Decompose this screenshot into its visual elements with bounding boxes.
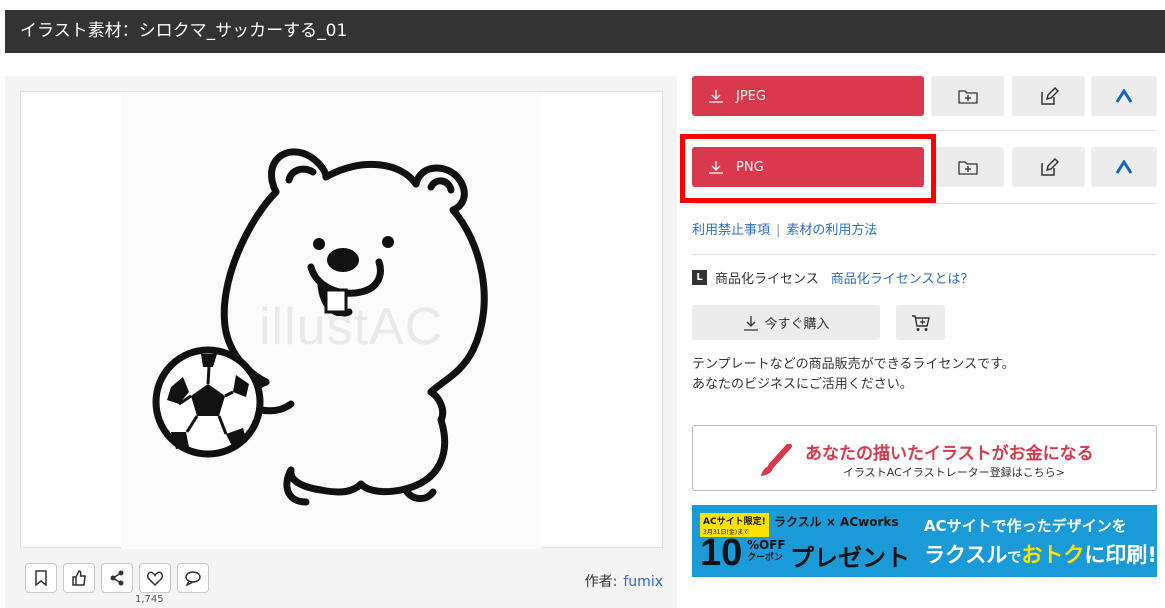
chevron-up-icon bbox=[1115, 89, 1133, 103]
banner-present: プレゼント bbox=[790, 544, 910, 572]
download-jpeg-label: JPEG bbox=[736, 88, 766, 104]
author-label: 作者: bbox=[584, 574, 618, 590]
banner-off-label: %OFF クーポン bbox=[747, 539, 786, 565]
highlight-box bbox=[680, 134, 936, 203]
license-row: L 商品化ライセンス 商品化ライセンスとは？ bbox=[692, 268, 974, 287]
favorite-button[interactable] bbox=[139, 563, 171, 593]
page-title-bar: イラスト素材：シロクマ_サッカーする_01 bbox=[5, 10, 1165, 53]
bookmark-button[interactable] bbox=[25, 563, 57, 593]
usage-links: 利用禁止事項 | 素材の利用方法 bbox=[692, 219, 877, 238]
banner-off-line1: %OFF bbox=[747, 538, 786, 552]
banner-de: で bbox=[1007, 550, 1022, 566]
edit-button[interactable] bbox=[1012, 76, 1085, 116]
banner-raksul: ラクスル bbox=[924, 543, 1008, 567]
license-info-link[interactable]: 商品化ライセンスとは？ bbox=[831, 268, 974, 287]
comment-button[interactable] bbox=[177, 563, 209, 593]
cart-icon bbox=[911, 314, 930, 331]
banner-discount-number: 10 bbox=[700, 532, 743, 574]
share-button[interactable] bbox=[101, 563, 133, 593]
license-desc-line2: あなたのビジネスにご活用ください。 bbox=[692, 377, 913, 392]
heart-icon bbox=[147, 570, 163, 586]
prohibited-link[interactable]: 利用禁止事項 bbox=[692, 223, 770, 238]
illustration-preview: illustAC bbox=[20, 91, 663, 549]
banner-print: に印刷! bbox=[1084, 543, 1157, 567]
cart-button[interactable] bbox=[896, 305, 945, 340]
license-description: テンプレートなどの商品販売ができるライセンスです。 あなたのビジネスにご活用くだ… bbox=[692, 355, 1015, 395]
download-icon bbox=[744, 315, 759, 331]
license-desc-line1: テンプレートなどの商品販売ができるライセンスです。 bbox=[692, 357, 1015, 372]
add-to-folder-button[interactable] bbox=[931, 147, 1004, 187]
link-separator: | bbox=[776, 223, 781, 238]
like-button[interactable] bbox=[63, 563, 95, 593]
creator-promo-subtitle: イラストACイラストレーター登録はこちら> bbox=[843, 466, 1065, 479]
buy-now-label: 今すぐ購入 bbox=[764, 317, 830, 332]
folder-plus-icon bbox=[957, 161, 978, 175]
banner-logos: ラクスル × ACworks bbox=[774, 515, 899, 529]
page-title: イラスト素材：シロクマ_サッカーする_01 bbox=[20, 21, 348, 41]
banner-otoku: おトク bbox=[1021, 543, 1085, 567]
edit-icon bbox=[1040, 158, 1059, 176]
raksul-ad-banner[interactable]: ACサイト限定! 3月31日(金)まで ラクスル × ACworks 10 %O… bbox=[692, 505, 1157, 577]
creator-promo-title: あなたの描いたイラストがお金になる bbox=[805, 444, 1094, 464]
license-title: 商品化ライセンス bbox=[715, 272, 819, 287]
paintbrush-icon bbox=[761, 444, 792, 476]
like-count: 1,745 bbox=[135, 594, 164, 605]
thumbs-up-icon bbox=[72, 570, 86, 586]
share-icon bbox=[110, 570, 124, 586]
comment-icon bbox=[185, 571, 201, 586]
folder-plus-icon bbox=[957, 90, 978, 104]
jpeg-download-row: JPEG bbox=[692, 76, 1157, 116]
download-icon bbox=[709, 90, 723, 103]
divider bbox=[692, 254, 1157, 255]
preview-panel: illustAC 1,745 作者: fumix bbox=[5, 76, 677, 608]
banner-right-line1: ACサイトで作ったデザインを bbox=[924, 517, 1127, 535]
author-link[interactable]: fumix bbox=[623, 574, 663, 590]
chevron-up-icon bbox=[1115, 160, 1133, 174]
divider bbox=[692, 203, 1157, 204]
watermark-text: illustAC bbox=[259, 298, 444, 356]
banner-tag-label: ACサイト限定! bbox=[703, 517, 766, 527]
edit-button[interactable] bbox=[1012, 147, 1085, 187]
add-to-folder-button[interactable] bbox=[931, 76, 1004, 116]
divider bbox=[692, 130, 1157, 131]
edit-icon bbox=[1040, 87, 1059, 105]
creator-signup-banner[interactable]: あなたの描いたイラストがお金になる イラストACイラストレーター登録はこちら> bbox=[692, 425, 1157, 491]
buy-now-button[interactable]: 今すぐ購入 bbox=[692, 305, 880, 340]
collapse-button[interactable] bbox=[1091, 76, 1157, 116]
bookmark-icon bbox=[35, 570, 47, 586]
license-badge: L bbox=[692, 270, 707, 285]
banner-off-line2: クーポン bbox=[747, 553, 784, 563]
usage-link[interactable]: 素材の利用方法 bbox=[786, 223, 877, 238]
author-info: 作者: fumix bbox=[585, 571, 663, 591]
download-jpeg-button[interactable]: JPEG bbox=[692, 76, 924, 116]
banner-right-line2: ラクスルでおトクに印刷! bbox=[924, 539, 1157, 569]
action-buttons bbox=[25, 563, 209, 593]
collapse-button[interactable] bbox=[1091, 147, 1157, 187]
